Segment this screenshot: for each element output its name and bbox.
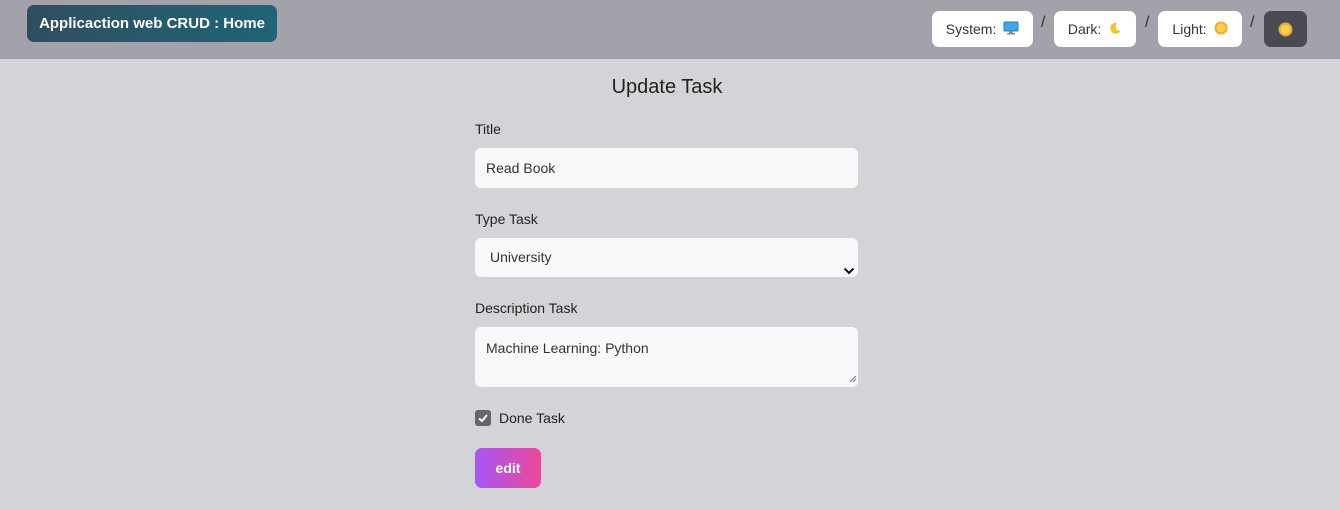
done-task-label: Done Task: [499, 410, 565, 426]
title-input[interactable]: Read Book: [475, 148, 858, 188]
moon-icon: [1108, 12, 1122, 48]
resize-grip-icon[interactable]: [849, 370, 857, 386]
theme-separator: /: [1145, 14, 1150, 31]
sun-icon: [1214, 12, 1228, 48]
done-task-checkbox[interactable]: [475, 410, 491, 426]
description-task-value: Machine Learning: Python: [486, 340, 649, 356]
type-task-label: Type Task: [475, 211, 538, 227]
theme-dark-button[interactable]: Dark:: [1054, 11, 1136, 47]
sun-icon: [1278, 22, 1293, 42]
theme-light-label: Light:: [1172, 21, 1207, 37]
top-header: Applicaction web CRUD : Home System: / D…: [0, 0, 1340, 59]
type-task-selected-value: University: [490, 249, 552, 265]
title-label: Title: [475, 121, 501, 137]
description-task-label: Description Task: [475, 300, 578, 316]
theme-separator: /: [1250, 14, 1255, 31]
description-task-textarea[interactable]: Machine Learning: Python: [475, 327, 858, 387]
monitor-icon: [1003, 12, 1019, 48]
theme-separator: /: [1041, 14, 1046, 31]
checkmark-icon: [478, 414, 488, 423]
theme-system-label: System:: [945, 21, 997, 37]
theme-system-button[interactable]: System:: [932, 11, 1033, 47]
theme-toggle-button[interactable]: [1264, 11, 1307, 47]
chevron-down-icon: [843, 252, 855, 291]
theme-light-button[interactable]: Light:: [1158, 11, 1242, 47]
type-task-select[interactable]: University: [475, 238, 858, 277]
edit-button[interactable]: edit: [475, 448, 541, 488]
theme-dark-label: Dark:: [1067, 21, 1102, 37]
home-button[interactable]: Applicaction web CRUD : Home: [27, 5, 277, 42]
page-title: Update Task: [611, 76, 723, 98]
